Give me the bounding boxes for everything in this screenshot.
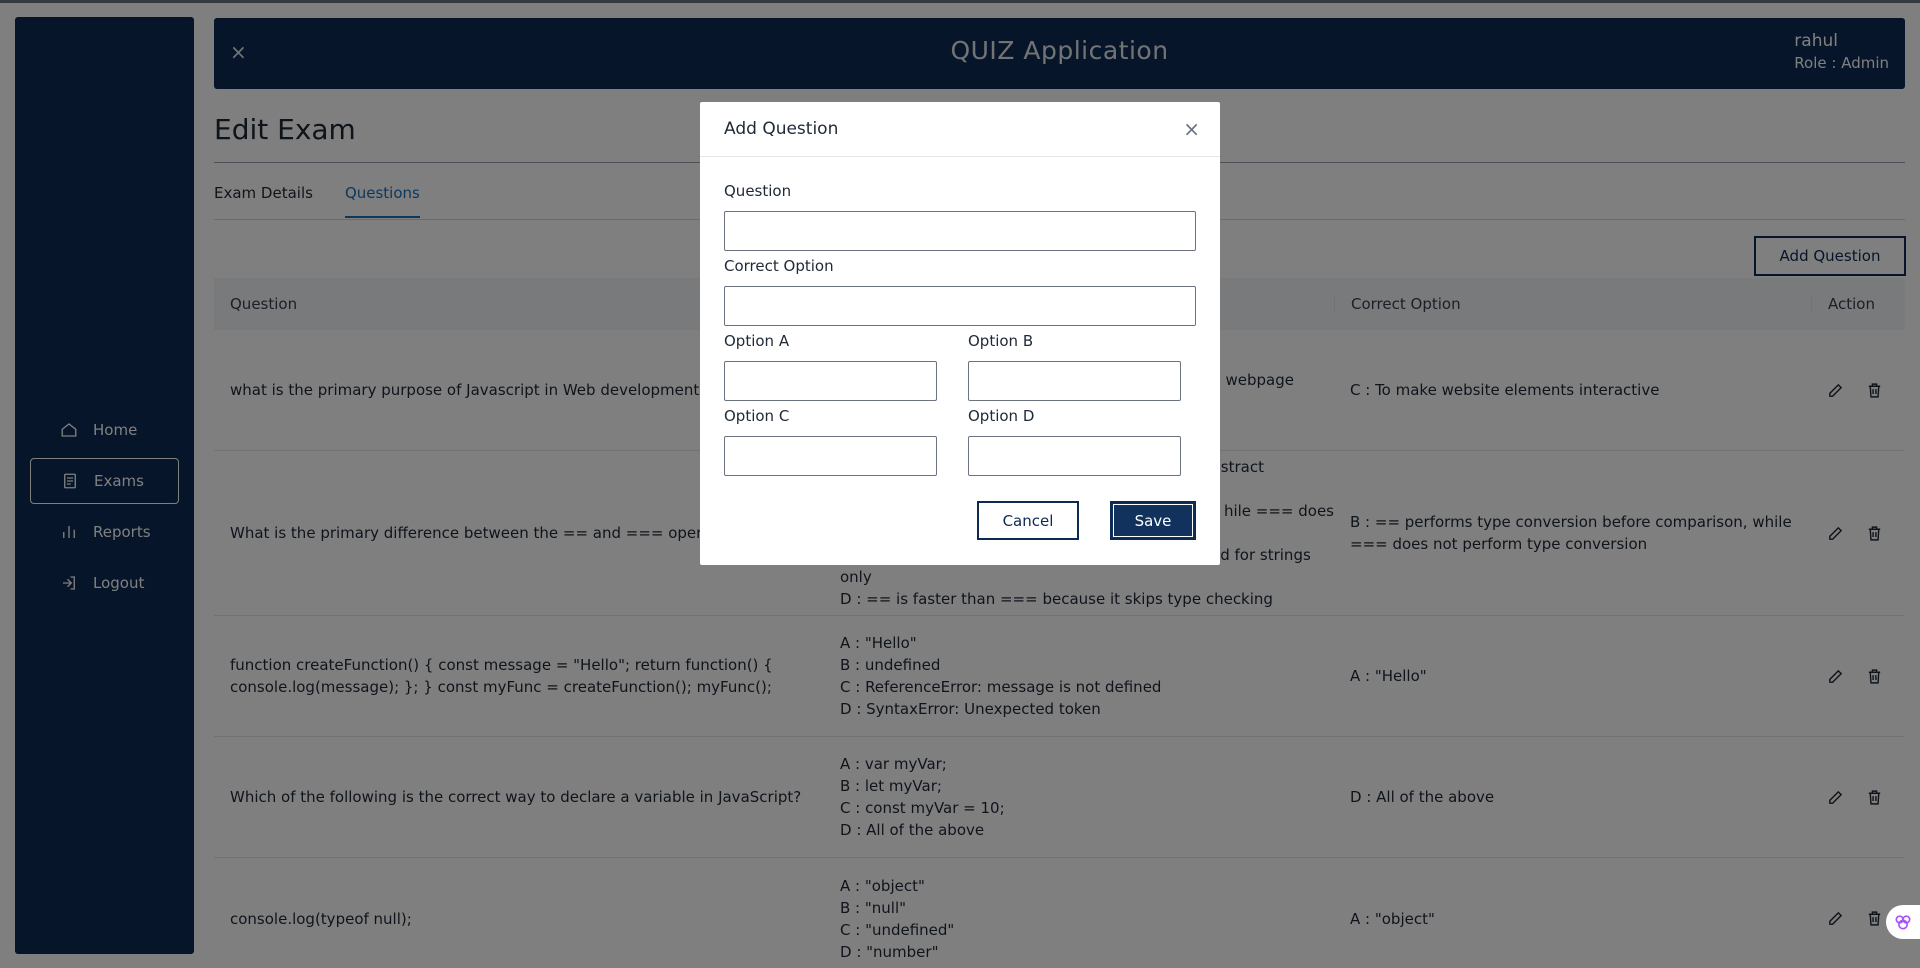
brain-icon [1895,915,1911,930]
add-question-modal: Add Question × Question Correct Option O… [700,102,1220,565]
option-a-input[interactable] [724,361,937,401]
option-d-label: Option D [968,407,1035,425]
save-button[interactable]: Save [1110,501,1196,540]
correct-option-input[interactable] [724,286,1196,326]
option-a-label: Option A [724,332,790,350]
option-b-input[interactable] [968,361,1181,401]
option-c-input[interactable] [724,436,937,476]
cancel-button[interactable]: Cancel [977,501,1079,540]
option-d-input[interactable] [968,436,1181,476]
option-c-label: Option C [724,407,790,425]
question-label: Question [724,182,792,200]
modal-title: Add Question [700,102,1220,157]
correct-option-label: Correct Option [724,257,834,275]
close-icon[interactable]: × [1183,117,1200,141]
assistant-launcher-button[interactable] [1886,905,1920,939]
option-b-label: Option B [968,332,1034,350]
question-input[interactable] [724,211,1196,251]
